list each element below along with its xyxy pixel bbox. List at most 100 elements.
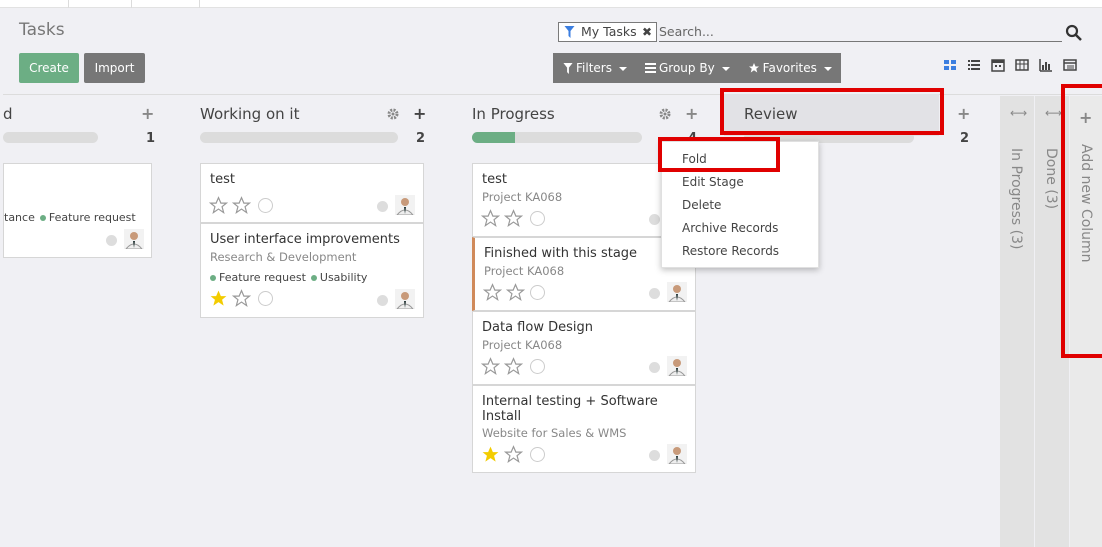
search-icon[interactable] bbox=[1065, 24, 1083, 42]
column-count: 2 bbox=[960, 131, 970, 146]
star-empty-icon[interactable] bbox=[483, 283, 502, 302]
avatar bbox=[124, 229, 144, 249]
card-project: Project KA068 bbox=[484, 264, 565, 278]
folded-column[interactable]: ⟷ In Progress (3) bbox=[1000, 96, 1034, 547]
star-empty-icon[interactable] bbox=[506, 283, 525, 302]
unfold-icon[interactable]: ⟷ bbox=[1045, 106, 1062, 120]
quick-create-icon[interactable]: + bbox=[413, 104, 426, 123]
star-filled-icon[interactable] bbox=[481, 445, 500, 464]
kanban-view-icon[interactable] bbox=[943, 58, 957, 72]
kanban-card[interactable]: Internal testing + Software Install Webs… bbox=[472, 385, 696, 473]
kanban-card[interactable]: Data flow Design Project KA068 bbox=[472, 311, 696, 385]
star-empty-icon[interactable] bbox=[481, 357, 500, 376]
status-icon[interactable] bbox=[649, 214, 660, 225]
menu-item-archive-records[interactable]: Archive Records bbox=[682, 221, 778, 235]
highlight-box bbox=[1061, 84, 1102, 358]
star-empty-icon[interactable] bbox=[209, 196, 228, 215]
pivot-view-icon[interactable] bbox=[1015, 58, 1029, 72]
folded-column-label: Done (3) bbox=[1043, 148, 1059, 210]
priority-stars[interactable] bbox=[209, 196, 251, 215]
priority-stars[interactable] bbox=[481, 209, 523, 228]
activity-view-icon[interactable] bbox=[1063, 58, 1077, 72]
priority-stars[interactable] bbox=[209, 289, 251, 308]
clock-icon[interactable] bbox=[530, 211, 545, 226]
favorites-dropdown[interactable]: Favorites bbox=[748, 61, 832, 75]
priority-stars[interactable] bbox=[481, 445, 523, 464]
filters-dropdown[interactable]: Filters bbox=[563, 61, 627, 75]
filters-label: Filters bbox=[576, 61, 612, 75]
menu-item-edit-stage[interactable]: Edit Stage bbox=[682, 175, 744, 189]
clock-icon[interactable] bbox=[258, 291, 273, 306]
star-icon bbox=[748, 63, 759, 73]
kanban-card[interactable]: test bbox=[200, 163, 424, 223]
status-icon[interactable] bbox=[649, 288, 660, 299]
search-facet-my-tasks[interactable]: My Tasks ✖ bbox=[558, 22, 657, 42]
card-title: Finished with this stage bbox=[484, 246, 638, 261]
status-icon[interactable] bbox=[377, 201, 388, 212]
highlight-box bbox=[720, 88, 944, 135]
favorites-label: Favorites bbox=[762, 61, 817, 75]
clock-icon[interactable] bbox=[530, 359, 545, 374]
group-by-dropdown[interactable]: Group By bbox=[644, 61, 730, 75]
column-count: 1 bbox=[146, 131, 156, 146]
priority-stars[interactable] bbox=[483, 283, 525, 302]
group-by-label: Group By bbox=[658, 61, 715, 75]
avatar bbox=[395, 289, 415, 309]
star-empty-icon[interactable] bbox=[481, 209, 500, 228]
card-project: Website for Sales & WMS bbox=[482, 426, 627, 440]
star-empty-icon[interactable] bbox=[232, 196, 251, 215]
column-progress-bar bbox=[3, 132, 98, 143]
avatar bbox=[395, 195, 415, 215]
clock-icon[interactable] bbox=[258, 198, 273, 213]
star-empty-icon[interactable] bbox=[504, 209, 523, 228]
status-icon[interactable] bbox=[649, 450, 660, 461]
tag: Feature request bbox=[210, 271, 306, 284]
status-icon[interactable] bbox=[649, 362, 660, 373]
card-project: Project KA068 bbox=[482, 190, 563, 204]
column-title: d bbox=[3, 105, 13, 123]
status-icon[interactable] bbox=[377, 295, 388, 306]
unfold-icon[interactable]: ⟷ bbox=[1010, 106, 1027, 120]
folded-column-label: In Progress (3) bbox=[1008, 148, 1024, 250]
star-empty-icon[interactable] bbox=[232, 289, 251, 308]
filter-icon bbox=[563, 62, 573, 74]
facet-label: My Tasks bbox=[581, 24, 637, 39]
top-strip bbox=[0, 0, 1102, 8]
gear-icon[interactable] bbox=[659, 108, 671, 120]
clock-icon[interactable] bbox=[530, 285, 545, 300]
quick-create-icon[interactable]: + bbox=[685, 104, 698, 123]
column-progress-bar bbox=[200, 132, 398, 143]
highlight-box bbox=[658, 137, 780, 172]
column-title: Working on it bbox=[200, 105, 300, 123]
tag: Usability bbox=[310, 271, 367, 284]
status-icon[interactable] bbox=[106, 235, 117, 246]
page-title: Tasks bbox=[19, 20, 65, 40]
create-button[interactable]: Create bbox=[19, 53, 79, 83]
quick-create-icon[interactable]: + bbox=[141, 104, 154, 123]
bars-icon bbox=[644, 63, 656, 73]
kanban-card[interactable]: tance Feature request bbox=[3, 163, 152, 258]
menu-item-restore-records[interactable]: Restore Records bbox=[682, 244, 779, 258]
search-options-bar: Filters Group By Favorites bbox=[553, 53, 841, 83]
list-view-icon[interactable] bbox=[967, 58, 981, 72]
star-empty-icon[interactable] bbox=[504, 445, 523, 464]
tag: tance bbox=[4, 211, 35, 224]
column-title: In Progress bbox=[472, 105, 555, 123]
kanban-card[interactable]: User interface improvements Research & D… bbox=[200, 223, 424, 318]
clock-icon[interactable] bbox=[530, 447, 545, 462]
graph-view-icon[interactable] bbox=[1039, 58, 1053, 72]
star-empty-icon[interactable] bbox=[504, 357, 523, 376]
quick-create-icon[interactable]: + bbox=[957, 104, 970, 123]
search-input[interactable] bbox=[659, 22, 1062, 42]
avatar bbox=[667, 282, 687, 302]
remove-facet-icon[interactable]: ✖ bbox=[642, 23, 652, 41]
priority-stars[interactable] bbox=[481, 357, 523, 376]
avatar bbox=[667, 356, 687, 376]
gear-icon[interactable] bbox=[387, 108, 399, 120]
import-button[interactable]: Import bbox=[84, 53, 145, 83]
calendar-view-icon[interactable] bbox=[991, 58, 1005, 72]
avatar bbox=[667, 444, 687, 464]
star-filled-icon[interactable] bbox=[209, 289, 228, 308]
menu-item-delete[interactable]: Delete bbox=[682, 198, 721, 212]
card-project: Research & Development bbox=[210, 250, 357, 264]
